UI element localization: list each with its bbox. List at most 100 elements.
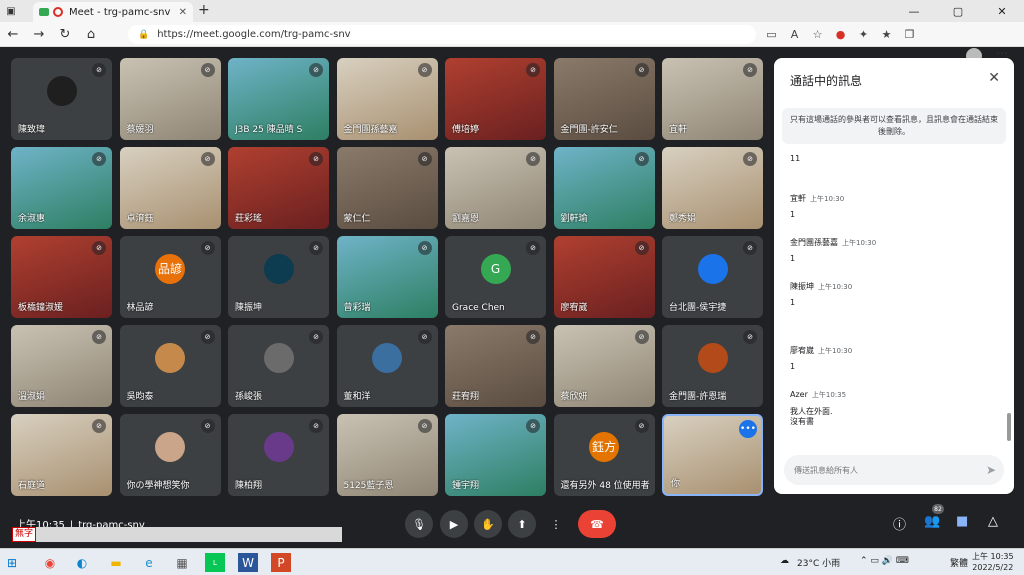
- back-icon[interactable]: ←: [0, 22, 26, 47]
- microphone-button[interactable]: 🎙: [405, 510, 433, 538]
- participant-tile[interactable]: G ⊘ Grace Chen: [445, 236, 546, 318]
- participant-name: 林品諺: [126, 303, 154, 313]
- participant-tile[interactable]: ⊘ 余淑惠: [11, 147, 112, 229]
- more-options-button[interactable]: ⋮: [542, 510, 570, 538]
- participant-tile[interactable]: ⊘ 你の學神想笑你: [119, 414, 221, 496]
- maximize-icon[interactable]: ▢: [936, 0, 980, 22]
- taskbar-clock[interactable]: 上午 10:35 2022/5/22: [972, 551, 1014, 573]
- participant-tile[interactable]: ⊘ 溫淑娟: [11, 325, 112, 407]
- participant-tile[interactable]: ⊘ 莊宥翔: [445, 325, 546, 407]
- chat-icon[interactable]: ■: [956, 514, 968, 529]
- start-icon[interactable]: ⊞: [2, 553, 22, 572]
- address-bar-icons: ▭ A ☆ ● ✦ ★ ❐: [760, 25, 921, 44]
- participant-tile[interactable]: ⊘ 金門團-許安仁: [553, 58, 655, 140]
- participant-name: 還有另外 48 位使用者: [560, 481, 650, 491]
- chat-input[interactable]: [784, 455, 1004, 485]
- participant-tile[interactable]: ⊘ 金門團-許恩瑞: [662, 325, 763, 407]
- raise-hand-button[interactable]: ✋: [474, 510, 502, 538]
- forward-icon[interactable]: →: [26, 22, 52, 47]
- participant-name: 陳柏翔: [235, 481, 263, 491]
- participant-tile[interactable]: ⊘ 蔡欣妍: [553, 325, 655, 407]
- powerpoint-icon[interactable]: P: [271, 553, 291, 572]
- participant-name: 金門團-許恩瑞: [669, 392, 727, 402]
- camera-icon[interactable]: ▭: [760, 25, 783, 44]
- mic-off-icon: ⊘: [200, 152, 215, 166]
- participant-avatar: [372, 342, 402, 373]
- app-icon[interactable]: ▦: [172, 553, 192, 572]
- participant-tile[interactable]: ••• 你: [662, 414, 763, 496]
- participant-tile[interactable]: ⊘ 宜軒: [662, 58, 763, 140]
- participant-tile[interactable]: ⊘ 台北團-侯宇捷: [662, 236, 763, 318]
- participant-tile[interactable]: ⊘ 劉軒瑜: [553, 147, 655, 229]
- window-menu-icon[interactable]: ▣: [0, 0, 22, 22]
- tile-more-icon[interactable]: •••: [739, 420, 757, 438]
- mic-off-icon: ⊘: [526, 152, 540, 166]
- weather-icon[interactable]: ☁: [780, 556, 789, 566]
- tray-icons[interactable]: ⌃ ▭ 🔊 ⌨: [860, 556, 909, 566]
- participant-tile[interactable]: 品諺 ⊘ 林品諺: [119, 236, 221, 318]
- caption-bar: 無字: [12, 527, 342, 542]
- file-explorer-icon[interactable]: ▬: [106, 553, 126, 572]
- participant-tile[interactable]: ⊘ 董和洋: [336, 325, 438, 407]
- chrome-icon[interactable]: ◉: [40, 553, 60, 572]
- edge-icon[interactable]: ◐: [72, 553, 92, 572]
- chat-scrollbar[interactable]: [1007, 413, 1011, 441]
- participant-tile[interactable]: ⊘ 鄭秀娟: [662, 147, 763, 229]
- browser-tab[interactable]: Meet - trg-pamc-snv ✕: [33, 2, 193, 22]
- close-chat-icon[interactable]: ✕: [988, 70, 1000, 86]
- favorite-icon[interactable]: ☆: [806, 25, 829, 44]
- participant-tile[interactable]: ⊘ 石庭道: [11, 414, 112, 496]
- participant-tile[interactable]: 鈺方 ⊘ 還有另外 48 位使用者: [553, 414, 655, 496]
- home-icon[interactable]: ⌂: [78, 22, 104, 47]
- read-aloud-icon[interactable]: A: [783, 25, 806, 44]
- participant-tile[interactable]: ⊘ 陳致瑋: [11, 58, 112, 140]
- participant-tile[interactable]: ⊘ 5125藍子恩: [336, 414, 438, 496]
- participant-tile[interactable]: ⊘ 吳昀泰: [119, 325, 221, 407]
- participant-tile[interactable]: ⊘ 鍾宇翔: [445, 414, 546, 496]
- participant-tile[interactable]: ⊘ J3B 25 陳品晴 S: [228, 58, 329, 140]
- participant-tile[interactable]: ⊘ 陳振坤: [228, 236, 329, 318]
- word-icon[interactable]: W: [238, 553, 258, 572]
- input-language[interactable]: 繁體: [950, 556, 968, 569]
- participant-tile[interactable]: ⊘ 孫峻張: [228, 325, 329, 407]
- participant-tile[interactable]: ⊘ 陳柏翔: [228, 414, 329, 496]
- chat-title: 通話中的訊息: [790, 74, 863, 88]
- leave-call-button[interactable]: ☎: [578, 510, 616, 538]
- send-icon[interactable]: ➤: [986, 463, 996, 477]
- participant-tile[interactable]: ⊘ 曾彩瑞: [336, 236, 438, 318]
- line-icon[interactable]: L: [205, 553, 225, 572]
- chat-sender: Azer: [790, 390, 808, 399]
- participant-tile[interactable]: ⊘ 蔡媛羽: [119, 58, 221, 140]
- camera-button[interactable]: ▶: [440, 510, 468, 538]
- close-window-icon[interactable]: ✕: [980, 0, 1024, 22]
- participant-name: 你の學神想笑你: [126, 481, 190, 491]
- activities-icon[interactable]: △: [988, 514, 998, 529]
- address-bar[interactable]: 🔒 https://meet.google.com/trg-pamc-snv: [128, 25, 756, 44]
- favorites-list-icon[interactable]: ★: [875, 25, 898, 44]
- participant-tile[interactable]: ⊘ 莊彩瑤: [228, 147, 329, 229]
- participant-tile[interactable]: ⊘ 傅培婷: [445, 58, 546, 140]
- participant-tile[interactable]: ⊘ 板橋鐘淑媛: [11, 236, 112, 318]
- reload-icon[interactable]: ↻: [52, 22, 78, 47]
- mic-off-icon: ⊘: [417, 152, 432, 166]
- chat-message-header: 廖宥崴 上午10:30: [790, 338, 1000, 357]
- chat-message: Azer 上午10:35 我人在外面.: [790, 382, 1000, 417]
- tab-close-icon[interactable]: ✕: [179, 7, 187, 18]
- info-icon[interactable]: ⓘ: [893, 514, 906, 533]
- participant-tile[interactable]: ⊘ 劉嘉恩: [445, 147, 546, 229]
- participant-tile[interactable]: ⊘ 金門團孫藝嘉: [336, 58, 438, 140]
- extensions-icon[interactable]: ✦: [852, 25, 875, 44]
- extension-red-icon[interactable]: ●: [829, 25, 852, 44]
- minimize-icon[interactable]: —: [892, 0, 936, 22]
- participant-tile[interactable]: ⊘ 卓淯鈺: [119, 147, 221, 229]
- participant-tile[interactable]: ⊘ 蒙仁仁: [336, 147, 438, 229]
- participant-name: 蔡欣妍: [560, 392, 588, 402]
- lock-icon[interactable]: 🔒: [138, 30, 149, 40]
- ie-icon[interactable]: e: [139, 553, 159, 572]
- weather-text[interactable]: 23°C 小雨: [797, 556, 840, 569]
- collections-icon[interactable]: ❐: [898, 25, 921, 44]
- present-button[interactable]: ⬆: [508, 510, 536, 538]
- new-tab-icon[interactable]: +: [198, 2, 210, 18]
- people-icon[interactable]: 👥: [924, 514, 940, 529]
- participant-tile[interactable]: ⊘ 廖宥崴: [553, 236, 655, 318]
